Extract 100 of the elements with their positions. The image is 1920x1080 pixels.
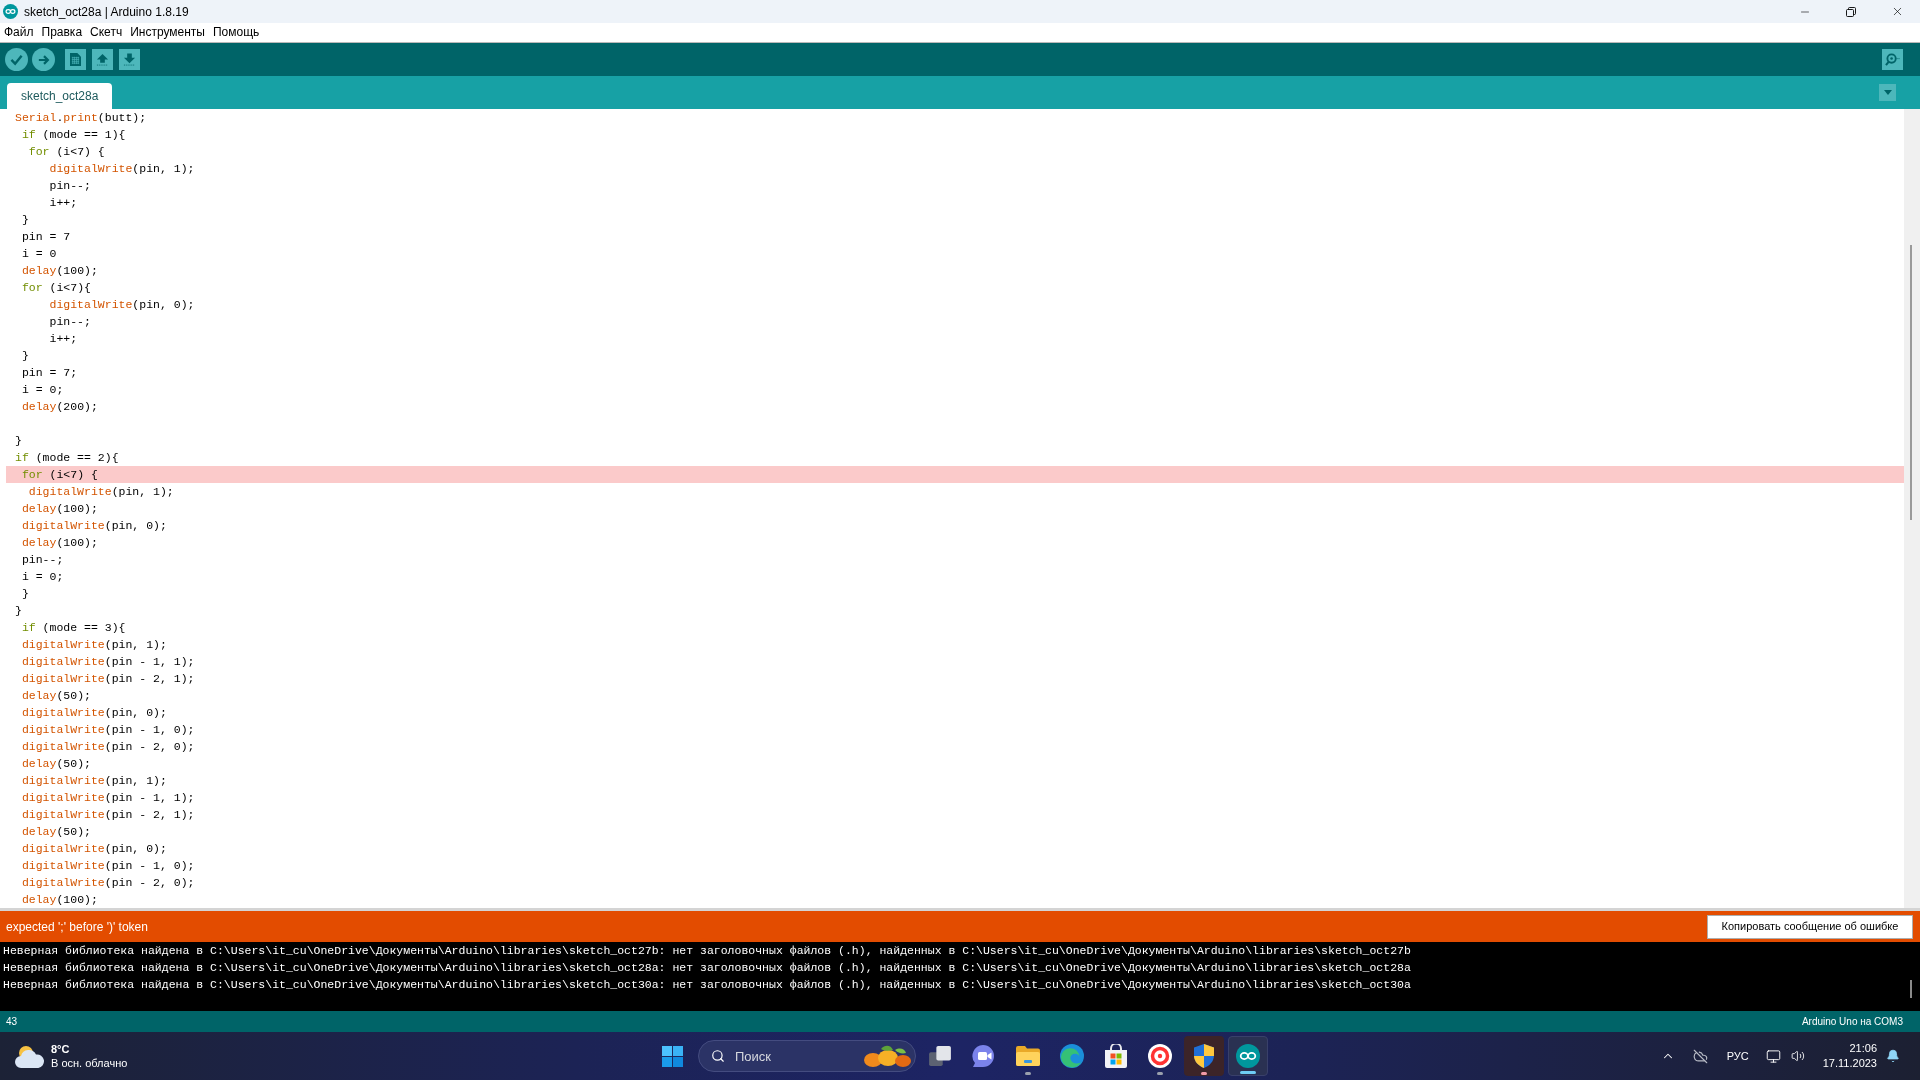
code-line: digitalWrite(pin, 0);: [21, 841, 167, 856]
document-icon: [70, 53, 81, 66]
restore-icon: [1846, 6, 1856, 17]
code-line: Serial.print(butt);: [15, 110, 147, 125]
code-line: delay(100);: [21, 263, 98, 278]
verify-button[interactable]: [5, 48, 28, 71]
scrollbar-thumb[interactable]: [1910, 245, 1912, 520]
code-line: for (i<7) {: [21, 467, 98, 482]
upload-button[interactable]: [32, 48, 55, 71]
open-button[interactable]: [92, 49, 113, 70]
tab-menu-button[interactable]: [1879, 84, 1896, 101]
clock-display[interactable]: 21:06 17.11.2023: [1822, 1041, 1877, 1071]
upload-arrow-icon: [96, 53, 109, 66]
new-sketch-button[interactable]: [65, 49, 86, 70]
monitor-icon[interactable]: [1765, 1048, 1781, 1064]
code-line: }: [21, 212, 29, 227]
code-line: pin--;: [49, 178, 91, 193]
infinity-logo-icon: [1236, 1044, 1260, 1068]
search-field[interactable]: Поиск: [698, 1040, 916, 1072]
window-title: sketch_oct28a | Arduino 1.8.19: [24, 5, 189, 18]
code-line: digitalWrite(pin - 1, 0);: [21, 722, 195, 737]
code-line: for (i<7) {: [28, 144, 105, 159]
menu-item[interactable]: Скетч: [90, 25, 123, 40]
taskbar-app-button[interactable]: [1228, 1036, 1268, 1076]
code-line: delay(200);: [21, 399, 98, 414]
code-line: delay(50);: [21, 824, 91, 839]
console-line: Неверная библиотека найдена в C:\Users\it_cu\OneDrive\Документы\Arduino\libraries\sketch_oct30a: нет заголовочных файлов (.h), найденных в C:\Users\it_cu\OneDrive\Документы\Arduino\libraries\sketch_oct30a: [3, 977, 1411, 992]
code-line: delay(50);: [21, 688, 91, 703]
code-line: }: [15, 433, 22, 448]
code-line: digitalWrite(pin, 1);: [21, 637, 167, 652]
code-line: }: [15, 603, 22, 618]
swirl-logo-icon: [1060, 1044, 1084, 1068]
vertical-scrollbar[interactable]: [1904, 109, 1920, 908]
code-line: digitalWrite(pin - 2, 0);: [21, 875, 195, 890]
code-line: digitalWrite(pin - 1, 1);: [21, 654, 195, 669]
taskbar-app-button[interactable]: [1184, 1036, 1224, 1076]
speaker-icon[interactable]: [1790, 1049, 1805, 1063]
magnifier-icon: [1885, 53, 1900, 66]
code-line: digitalWrite(pin - 1, 0);: [21, 858, 195, 873]
code-line: i++;: [49, 195, 78, 210]
editor-tab[interactable]: sketch_oct28a: [7, 83, 113, 109]
menu-item[interactable]: Инструменты: [130, 25, 205, 40]
ring-logo-icon: [1148, 1044, 1172, 1068]
code-line: digitalWrite(pin, 1);: [49, 161, 195, 176]
download-arrow-icon: [123, 53, 136, 66]
code-line: digitalWrite(pin - 2, 1);: [21, 671, 195, 686]
code-line: delay(100);: [21, 892, 98, 907]
serial-monitor-button[interactable]: [1882, 49, 1903, 70]
code-line: }: [21, 586, 29, 601]
board-port-label: Arduino Uno на COM3: [1801, 1016, 1903, 1027]
video-chat-icon: [972, 1045, 996, 1067]
menu-item[interactable]: Правка: [41, 25, 83, 40]
code-line: i = 0: [21, 246, 57, 261]
pumpkin-illustration: [861, 1044, 913, 1068]
code-line: }: [21, 348, 29, 363]
overlapping-windows-icon: [929, 1046, 951, 1066]
cloud-off-icon[interactable]: [1692, 1048, 1708, 1064]
menu-item[interactable]: Помощь: [212, 25, 260, 40]
code-line: i = 0;: [21, 382, 64, 397]
weather-condition-label: В осн. облачно: [51, 1056, 128, 1070]
code-line: digitalWrite(pin, 0);: [21, 518, 167, 533]
code-line: pin--;: [49, 314, 91, 329]
code-line: delay(100);: [21, 501, 98, 516]
shopping-bag-icon: [1105, 1044, 1127, 1068]
folder-icon: [1016, 1046, 1040, 1066]
console-line: Неверная библиотека найдена в C:\Users\it_cu\OneDrive\Документы\Arduino\libraries\sketch_oct27b: нет заголовочных файлов (.h), найденных в C:\Users\it_cu\OneDrive\Документы\Arduino\libraries\sketch_oct27b: [3, 943, 1411, 958]
temperature-label: 8°C: [51, 1042, 71, 1056]
code-line: digitalWrite(pin - 1, 1);: [21, 790, 195, 805]
code-line: pin = 7: [21, 229, 71, 244]
four-squares-logo-icon: [661, 1045, 683, 1067]
notification-bell-icon[interactable]: [1886, 1049, 1900, 1063]
weather-icon: [15, 1044, 45, 1068]
error-message: expected ';' before ')' token: [6, 920, 148, 933]
console-line: Неверная библиотека найдена в C:\Users\it_cu\OneDrive\Документы\Arduino\libraries\sketch_oct28a: нет заголовочных файлов (.h), найденных в C:\Users\it_cu\OneDrive\Документы\Arduino\libraries\sketch_oct28a: [3, 960, 1411, 975]
language-indicator[interactable]: РУС: [1726, 1050, 1749, 1062]
code-line: delay(100);: [21, 535, 98, 550]
code-line: digitalWrite(pin, 0);: [21, 705, 167, 720]
shield-icon: [1194, 1044, 1214, 1068]
code-line: i = 0;: [21, 569, 64, 584]
code-line: digitalWrite(pin - 2, 0);: [21, 739, 195, 754]
check-icon: [10, 53, 23, 66]
infinity-logo-icon: [3, 4, 18, 19]
code-line: i++;: [49, 331, 78, 346]
code-line: if (mode == 3){: [21, 620, 126, 635]
code-line: if (mode == 2){: [15, 450, 119, 465]
code-line: for (i<7){: [21, 280, 91, 295]
line-number-label: 43: [6, 1016, 18, 1027]
save-button[interactable]: [119, 49, 140, 70]
copy-error-button[interactable]: Копировать сообщение об ошибке: [1707, 914, 1913, 939]
code-line: digitalWrite(pin, 1);: [28, 484, 174, 499]
search-icon: [711, 1049, 725, 1063]
code-line: digitalWrite(pin, 1);: [21, 773, 167, 788]
code-line: pin--;: [21, 552, 64, 567]
code-line: pin = 7;: [21, 365, 78, 380]
code-line: digitalWrite(pin, 0);: [49, 297, 195, 312]
arrow-right-icon: [37, 53, 50, 66]
code-line: digitalWrite(pin - 2, 1);: [21, 807, 195, 822]
scrollbar-thumb[interactable]: [1910, 980, 1912, 998]
code-line: if (mode == 1){: [21, 127, 126, 142]
menu-item[interactable]: Файл: [4, 25, 34, 40]
